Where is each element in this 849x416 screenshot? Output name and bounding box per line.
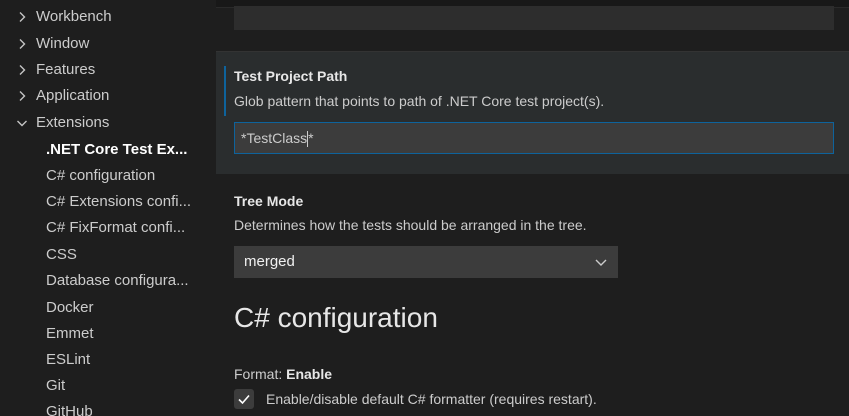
setting-title-test-project-path: Test Project Path xyxy=(234,68,348,84)
setting-title-tree-mode: Tree Mode xyxy=(234,193,304,209)
setting-name: Enable xyxy=(286,366,333,382)
toc-sub-item-emmet[interactable]: Emmet xyxy=(46,321,196,347)
toc-sub-item-github[interactable]: GitHub xyxy=(46,399,196,416)
chevron-right-icon xyxy=(16,83,36,109)
toc-sub-item-csharp-extensions[interactable]: C# Extensions confi... xyxy=(46,189,196,215)
focus-indicator xyxy=(224,66,226,116)
input-value: *TestClass xyxy=(241,130,308,146)
input-value-tail: * xyxy=(308,130,314,146)
toc-sub-item-git[interactable]: Git xyxy=(46,373,196,399)
previous-setting-input[interactable] xyxy=(234,6,834,30)
setting-description-format-enable: Enable/disable default C# formatter (req… xyxy=(266,391,597,407)
settings-list: Test Project Path Glob pattern that poin… xyxy=(216,0,849,416)
chevron-right-icon xyxy=(16,4,36,30)
toc-item-window[interactable]: Window xyxy=(16,31,212,57)
setting-category: Format: xyxy=(234,366,287,382)
check-icon xyxy=(238,394,250,405)
toc-item-label: Application xyxy=(36,87,110,104)
format-enable-checkbox[interactable] xyxy=(234,389,254,409)
toc-sub-item-dotnet-core-test-explorer[interactable]: .NET Core Test Ex... xyxy=(46,137,196,163)
toc-item-label: Extensions xyxy=(36,114,110,131)
tree-mode-select[interactable]: merged xyxy=(234,246,618,278)
chevron-right-icon xyxy=(16,57,36,83)
toc-item-label: Window xyxy=(36,35,90,52)
setting-title-format-enable: Format: Enable xyxy=(234,366,332,382)
chevron-down-icon xyxy=(594,246,608,278)
toc-item-label: Features xyxy=(36,61,96,78)
toc-sub-item-csharp-fixformat[interactable]: C# FixFormat confi... xyxy=(46,215,196,241)
chevron-right-icon xyxy=(16,31,36,57)
setting-description-test-project-path: Glob pattern that points to path of .NET… xyxy=(234,93,605,109)
toc-item-extensions[interactable]: Extensions xyxy=(16,110,212,136)
section-heading: C# configuration xyxy=(234,302,438,333)
setting-description-tree-mode: Determines how the tests should be arran… xyxy=(234,217,587,233)
test-project-path-input[interactable]: *TestClass* xyxy=(234,122,834,154)
toc-item-application[interactable]: Application xyxy=(16,83,212,109)
toc-sub-item-eslint[interactable]: ESLint xyxy=(46,347,196,373)
toc-sub-item-csharp-configuration[interactable]: C# configuration xyxy=(46,163,196,189)
select-value: merged xyxy=(244,253,295,270)
toc-item-workbench[interactable]: Workbench xyxy=(16,4,212,30)
toc-item-label: Workbench xyxy=(36,8,112,25)
toc-sub-item-css[interactable]: CSS xyxy=(46,242,196,268)
toc-sub-item-database-configuration[interactable]: Database configura... xyxy=(46,268,196,294)
chevron-down-icon xyxy=(16,110,36,136)
toc-sub-item-docker[interactable]: Docker xyxy=(46,295,196,321)
settings-toc: Workbench Window Features Application Ex… xyxy=(0,0,216,416)
settings-editor: Workbench Window Features Application Ex… xyxy=(0,0,849,416)
toc-item-features[interactable]: Features xyxy=(16,57,212,83)
